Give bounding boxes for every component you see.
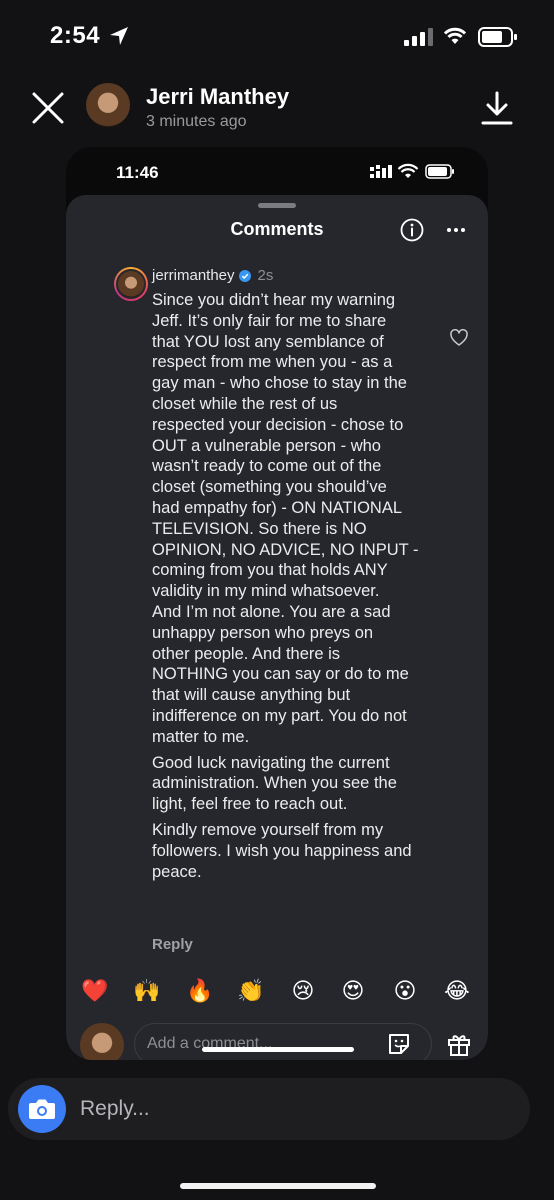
sticker-icon[interactable] (386, 1031, 412, 1057)
comment-text-line: unhappy person who preys on (152, 623, 374, 642)
comment-text-line: And I’m not alone. You are a sad (152, 602, 391, 621)
comment-text-line: matter to me. (152, 727, 250, 746)
add-comment-bar (66, 1023, 488, 1060)
emoji-reaction-button[interactable]: 😍 (338, 976, 368, 1006)
sheet-title: Comments (230, 219, 324, 239)
comment-text-line: wasn’t ready to come out of the (152, 457, 382, 476)
comment-text-line: respect from me when you - as a (152, 353, 393, 372)
heart-icon[interactable] (450, 329, 468, 347)
emoji-reaction-button[interactable]: 👏 (236, 976, 266, 1006)
emoji-reaction-button[interactable]: 😢 (288, 976, 318, 1006)
comment-text-line: NOTHING you can say or do to me (152, 665, 409, 684)
signal-icon (404, 28, 433, 46)
comment-text-line: respected your decision - chose to (152, 415, 404, 434)
comment-text-line: indifference on my part. You do not (152, 706, 407, 725)
camera-button[interactable] (18, 1085, 66, 1133)
comment-text-line: OUT a vulnerable person - who (152, 436, 381, 455)
comment-text-line: closet (something you should’ve (152, 478, 387, 497)
comment-text-line: that YOU lost any semblance of (152, 332, 384, 351)
inner-status-time: 11:46 (116, 163, 159, 182)
comment-header: jerrimanthey 2s (152, 267, 273, 284)
story-header: Jerri Manthey 3 minutes ago (0, 80, 554, 140)
emoji-reaction-button[interactable]: 🔥 (185, 976, 215, 1006)
comment-text-line: gay man - who chose to stay in the (152, 374, 407, 393)
comment-text-line: TELEVISION. So there is NO (152, 519, 367, 538)
shared-screenshot: 11:46 Comments jerrimanthey 2s Since you… (66, 147, 488, 1060)
wifi-icon (443, 27, 467, 44)
comment-text-line: administration. When you see the (152, 774, 397, 793)
comment-text-line: followers. I wish you happiness and (152, 841, 412, 860)
comment-body: Since you didn’t hear my warning Jeff. It… (152, 290, 452, 887)
comment-paragraph: Kindly remove yourself from my followers.… (152, 820, 452, 882)
comment-text-line: other people. And there is (152, 644, 341, 663)
battery-icon (478, 27, 517, 47)
download-icon[interactable] (480, 90, 514, 126)
comment-text-line: Since you didn’t hear my warning (152, 291, 396, 309)
inner-home-indicator (202, 1047, 354, 1052)
reply-input[interactable] (80, 1090, 500, 1128)
comment-text-line: Kindly remove yourself from my (152, 820, 384, 839)
comment-text-line: that will cause anything but (152, 686, 351, 705)
comment-text-line: Jeff. It’s only fair for me to share (152, 311, 387, 330)
status-bar: 2:54 (0, 0, 554, 72)
home-indicator (180, 1183, 376, 1189)
story-timestamp: 3 minutes ago (146, 113, 247, 130)
comment-text-line: OPINION, NO ADVICE, NO INPUT - (152, 540, 419, 559)
verified-badge-icon (238, 269, 251, 282)
more-icon[interactable] (444, 218, 468, 242)
comment-paragraph: Since you didn’t hear my warning Jeff. It… (152, 290, 452, 748)
story-author-name[interactable]: Jerri Manthey (146, 84, 289, 110)
comment-text-line: Good luck navigating the current (152, 753, 390, 772)
close-icon[interactable] (30, 90, 66, 126)
status-time: 2:54 (50, 22, 101, 49)
inner-status-bar: 11:46 (66, 147, 488, 197)
comment-text-line: coming from you that holds ANY (152, 561, 388, 580)
emoji-reaction-bar: ❤️ 🙌 🔥 👏 😢 😍 😮 😂 (66, 976, 488, 1010)
avatar[interactable] (86, 83, 130, 127)
info-icon[interactable] (400, 218, 424, 242)
emoji-reaction-button[interactable]: 😂 (442, 976, 472, 1006)
current-user-avatar (80, 1023, 124, 1060)
comment-text-line: had empathy for) - ON NATIONAL (152, 498, 403, 517)
comment-text-line: closet while the rest of us (152, 394, 338, 413)
camera-icon (29, 1099, 55, 1119)
comment-username[interactable]: jerrimanthey (152, 267, 235, 284)
sheet-grabber[interactable] (258, 203, 296, 208)
comment-reply-button[interactable]: Reply (152, 936, 193, 953)
gift-icon[interactable] (446, 1031, 472, 1057)
location-arrow-icon (110, 27, 128, 45)
story-reply-bar (8, 1078, 530, 1140)
comment-text-line: light, feel free to reach out. (152, 795, 348, 814)
comments-sheet: Comments jerrimanthey 2s Since you didn’… (66, 195, 488, 1060)
comment-avatar[interactable] (114, 267, 148, 301)
comment-paragraph: Good luck navigating the current administ… (152, 753, 452, 815)
inner-status-icons (370, 163, 454, 179)
comment-time: 2s (257, 267, 274, 284)
emoji-reaction-button[interactable]: 🙌 (132, 976, 162, 1006)
comment-text-line: peace. (152, 862, 202, 881)
emoji-reaction-button[interactable]: 😮 (390, 976, 420, 1006)
comment-text-line: validity in my mind whatsoever. (152, 582, 380, 601)
emoji-reaction-button[interactable]: ❤️ (80, 976, 110, 1006)
